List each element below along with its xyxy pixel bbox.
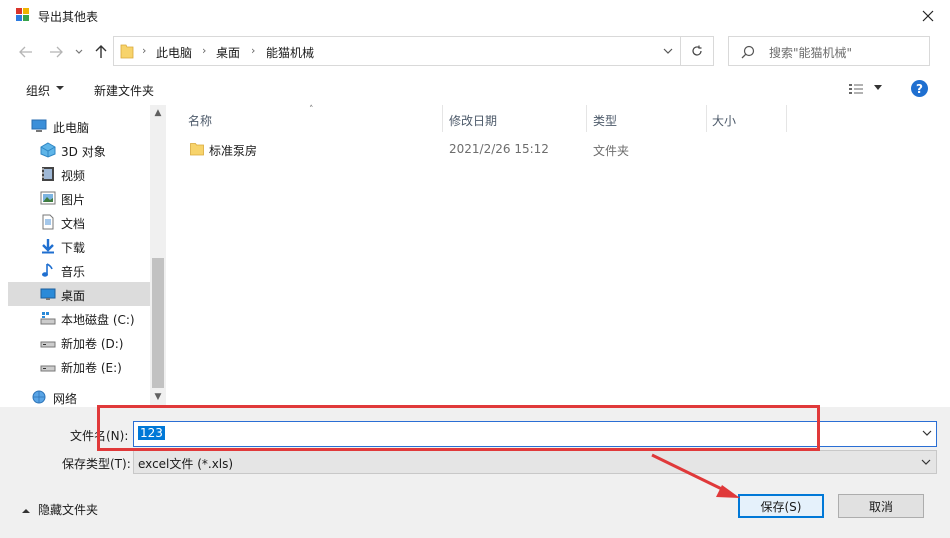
folder-icon (190, 143, 204, 156)
download-icon (42, 239, 54, 254)
nav-item-pictures[interactable]: 图片 (8, 186, 150, 210)
nav-item-videos[interactable]: 视频 (8, 162, 150, 186)
scroll-down-icon[interactable]: ▼ (150, 392, 166, 404)
drive-c-icon (40, 312, 56, 325)
annotation-highlight-box (97, 405, 820, 451)
nav-item-drive-c[interactable]: 本地磁盘 (C:) (8, 306, 150, 330)
toolbar: 组织 新建文件夹 ? (0, 74, 950, 104)
nav-item-this-pc[interactable]: 此电脑 (8, 114, 150, 138)
breadcrumb-separator: › (251, 44, 256, 57)
video-icon (42, 167, 54, 181)
search-placeholder: 搜索"能猫机械" (769, 46, 853, 60)
refresh-button[interactable] (681, 36, 714, 66)
drive-icon (40, 365, 56, 372)
network-icon (32, 390, 46, 404)
filetype-label: 保存类型(T): (62, 457, 131, 471)
chevron-down-icon (663, 48, 673, 54)
file-date: 2021/2/26 15:12 (449, 142, 549, 156)
arrow-right-icon (50, 46, 63, 58)
breadcrumb-item[interactable]: 此电脑 (156, 44, 192, 61)
column-header-type[interactable]: 类型 (593, 112, 617, 129)
address-bar[interactable]: › 此电脑 › 桌面 › 能猫机械 (113, 36, 681, 66)
column-divider[interactable] (442, 105, 443, 132)
nav-item-3d-objects[interactable]: 3D 对象 (8, 138, 150, 162)
column-header-size[interactable]: 大小 (712, 112, 736, 129)
close-icon (922, 10, 934, 22)
nav-item-label: 图片 (61, 193, 86, 207)
app-icon (16, 8, 29, 21)
title-bar: 导出其他表 (0, 0, 950, 32)
nav-item-label: 3D 对象 (61, 145, 106, 159)
computer-icon (31, 119, 47, 132)
back-button[interactable] (14, 40, 38, 64)
arrow-up-icon (95, 45, 107, 58)
documents-icon (42, 214, 54, 230)
scrollbar-thumb[interactable] (152, 258, 164, 388)
folder-icon (120, 44, 134, 59)
nav-item-music[interactable]: 音乐 (8, 258, 150, 282)
nav-item-drive-d[interactable]: 新加卷 (D:) (8, 330, 150, 354)
nav-item-drive-e[interactable]: 新加卷 (E:) (8, 354, 150, 378)
scroll-up-icon[interactable]: ▲ (150, 108, 166, 120)
nav-item-label: 此电脑 (53, 121, 90, 135)
drive-icon (40, 341, 56, 348)
nav-item-label: 视频 (61, 169, 86, 183)
nav-item-label: 新加卷 (E:) (61, 361, 122, 375)
nav-item-documents[interactable]: 文档 (8, 210, 150, 234)
desktop-icon (40, 288, 56, 300)
save-button[interactable]: 保存(S) (738, 494, 824, 518)
column-header-name[interactable]: 名称 (188, 112, 212, 129)
column-header-date[interactable]: 修改日期 (449, 112, 497, 129)
filetype-value: excel文件 (*.xls) (138, 457, 234, 471)
column-divider[interactable] (706, 105, 707, 132)
breadcrumb-separator: › (202, 44, 207, 57)
breadcrumb-separator: › (142, 44, 147, 57)
breadcrumb-item[interactable]: 桌面 (216, 44, 240, 61)
column-divider[interactable] (786, 105, 787, 132)
forward-button[interactable] (44, 40, 68, 64)
search-icon (741, 45, 755, 59)
window-title: 导出其他表 (38, 10, 99, 24)
address-dropdown-button[interactable] (655, 36, 681, 66)
up-button[interactable] (90, 40, 112, 64)
sort-ascending-icon: ˄ (309, 105, 314, 115)
column-divider[interactable] (586, 105, 587, 132)
file-type: 文件夹 (593, 144, 630, 158)
arrow-left-icon (19, 46, 32, 58)
file-name: 标准泵房 (209, 144, 258, 158)
cancel-button[interactable]: 取消 (838, 494, 924, 518)
file-list: ˄ 名称 修改日期 类型 大小 标准泵房 2021/2/26 15:12 文件夹 (166, 105, 950, 407)
pictures-icon (40, 191, 56, 205)
hide-folders-toggle[interactable]: 隐藏文件夹 (38, 501, 98, 518)
file-row[interactable]: 标准泵房 2021/2/26 15:12 文件夹 (182, 139, 782, 161)
nav-item-downloads[interactable]: 下载 (8, 234, 150, 258)
nav-item-label: 音乐 (61, 265, 86, 279)
caret-down-icon[interactable] (874, 85, 882, 91)
3d-objects-icon (40, 142, 56, 158)
recent-locations-button[interactable] (70, 40, 88, 64)
organize-menu[interactable]: 组织 (26, 82, 50, 99)
close-button[interactable] (906, 0, 950, 32)
chevron-down-icon (75, 49, 83, 54)
chevron-down-icon[interactable] (922, 428, 932, 438)
navigation-pane: 此电脑 3D 对象 视频 图片 文档 下载 音乐 桌面 本地磁盘 (C:) 新加… (8, 105, 166, 407)
nav-item-label: 下载 (61, 241, 86, 255)
caret-down-icon (56, 86, 64, 90)
filetype-select[interactable]: excel文件 (*.xls) (133, 450, 937, 474)
new-folder-button[interactable]: 新建文件夹 (94, 82, 154, 99)
breadcrumb-item[interactable]: 能猫机械 (266, 44, 314, 61)
nav-item-desktop[interactable]: 桌面 (8, 282, 150, 306)
nav-item-label: 网络 (53, 392, 78, 406)
nav-item-label: 文档 (61, 217, 86, 231)
refresh-icon (692, 45, 702, 56)
music-icon (42, 263, 53, 277)
help-icon[interactable]: ? (911, 80, 928, 97)
view-details-icon[interactable] (848, 82, 864, 96)
nav-item-label: 本地磁盘 (C:) (61, 313, 135, 327)
nav-item-label: 新加卷 (D:) (61, 337, 124, 351)
caret-up-icon[interactable] (22, 507, 30, 515)
nav-item-label: 桌面 (61, 289, 86, 303)
search-input[interactable]: 搜索"能猫机械" (728, 36, 930, 66)
chevron-down-icon (921, 459, 931, 465)
